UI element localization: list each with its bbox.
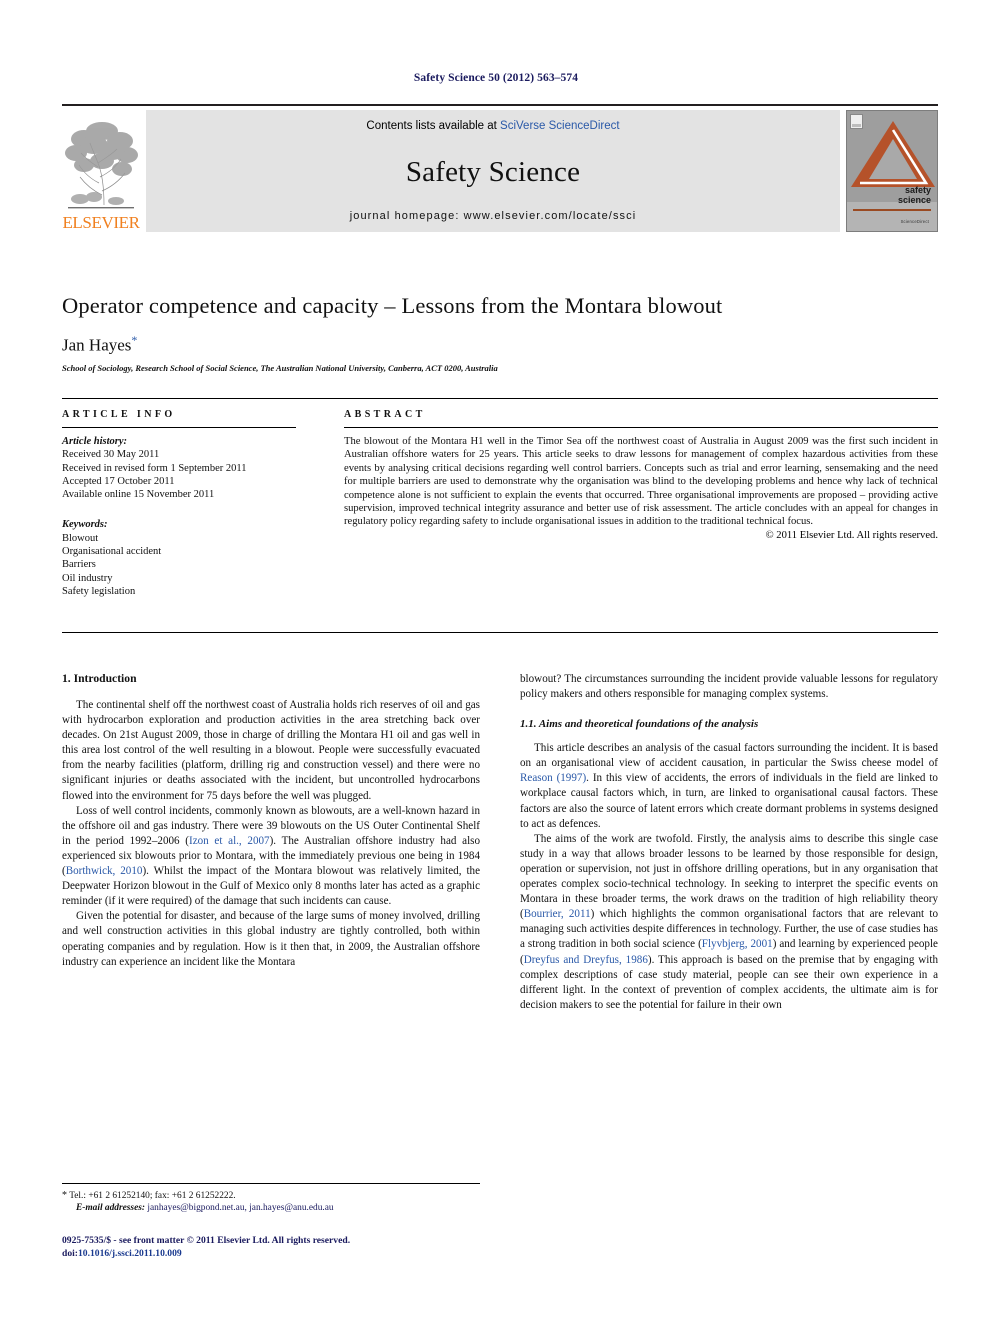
journal-banner: ELSEVIER Contents lists available at Sci… [62, 104, 938, 232]
cover-elsevier-mark-icon [850, 114, 863, 129]
doi-line: doi:10.1016/j.ssci.2011.10.009 [62, 1248, 492, 1261]
history-item: Received 30 May 2011 [62, 449, 160, 461]
paragraph: blowout? The circumstances surrounding t… [520, 673, 938, 701]
article-info-heading: ARTICLE INFO [62, 409, 176, 420]
elsevier-wordmark: ELSEVIER [62, 213, 140, 232]
author-affiliation: School of Sociology, Research School of … [62, 363, 498, 373]
keywords-block: Keywords: Blowout Organisational acciden… [62, 518, 296, 598]
article-info-column: ARTICLE INFO Article history: Received 3… [62, 409, 314, 632]
paragraph: The continental shelf off the northwest … [62, 699, 480, 802]
journal-homepage-link[interactable]: journal homepage: www.elsevier.com/locat… [350, 210, 637, 222]
front-matter-block: 0925-7535/$ - see front matter © 2011 El… [62, 1235, 492, 1260]
issn-copyright-line: 0925-7535/$ - see front matter © 2011 El… [62, 1235, 351, 1246]
body-left-column: 1. Introduction The continental shelf of… [62, 672, 480, 1013]
article-info-rule [62, 427, 296, 428]
article-history-block: Article history: Received 30 May 2011 Re… [62, 435, 296, 501]
paragraph: Given the potential for disaster, and be… [62, 910, 480, 968]
journal-title: Safety Science [405, 155, 581, 188]
contents-prefix: Contents lists available at [366, 120, 501, 132]
keyword-item: Blowout [62, 532, 99, 544]
keyword-item: Barriers [62, 559, 96, 571]
body-gutter [480, 672, 520, 1013]
keyword-item: Organisational accident [62, 546, 162, 558]
keyword-item: Oil industry [62, 572, 113, 584]
citation-link[interactable]: Bourrier, 2011 [524, 908, 591, 920]
cover-journal-label: safety science [847, 185, 931, 205]
doi-label: doi: [62, 1247, 78, 1259]
paper-page: Safety Science 50 (2012) 563–574 ELSEVIE… [0, 0, 992, 1323]
journal-cover-thumbnail[interactable]: safety science ScienceDirect [846, 110, 938, 232]
info-abstract-panel: ARTICLE INFO Article history: Received 3… [62, 398, 938, 633]
corresponding-author-marker: * [131, 333, 138, 347]
section-heading-aims: 1.1. Aims and theoretical foundations of… [520, 718, 759, 731]
abstract-rule [344, 427, 938, 428]
running-head: Safety Science 50 (2012) 563–574 [413, 72, 579, 84]
paragraph-text: This article describes an analysis of th… [520, 742, 938, 770]
email-addresses-value[interactable]: janhayes@bigpond.net.au, jan.hayes@anu.e… [147, 1203, 333, 1213]
citation-link[interactable]: Reason (1997) [520, 772, 586, 784]
article-history-label: Article history: [62, 436, 128, 447]
keyword-item: Safety legislation [62, 585, 136, 597]
doi-link[interactable]: 10.1016/j.ssci.2011.10.009 [78, 1248, 182, 1259]
footnote-marker: * [62, 1190, 67, 1201]
footnote-email-line: E-mail addresses: janhayes@bigpond.net.a… [62, 1202, 480, 1214]
keywords-label: Keywords: [62, 519, 108, 531]
citation-link[interactable]: Dreyfus and Dreyfus, 1986 [524, 954, 648, 966]
abstract-copyright: © 2011 Elsevier Ltd. All rights reserved… [765, 529, 938, 541]
abstract-heading: ABSTRACT [344, 409, 426, 420]
cover-footer-text: ScienceDirect [900, 219, 929, 224]
history-item: Available online 15 November 2011 [62, 489, 215, 501]
body-columns: 1. Introduction The continental shelf of… [62, 672, 938, 1013]
paragraph: This article describes an analysis of th… [520, 741, 938, 832]
contents-line: Contents lists available at SciVerse Sci… [366, 120, 619, 132]
cover-title-line2: science [897, 194, 931, 205]
section-heading-introduction: 1. Introduction [62, 672, 137, 685]
cover-bottom-panel [847, 202, 937, 231]
history-item: Accepted 17 October 2011 [62, 475, 175, 487]
citation-link[interactable]: Borthwick, 2010 [66, 865, 143, 877]
author-list: Jan Hayes* [62, 333, 137, 356]
history-item: Received in revised form 1 September 201… [62, 462, 247, 474]
sciencedirect-link[interactable]: SciVerse ScienceDirect [500, 120, 620, 132]
journal-banner-center: Contents lists available at SciVerse Sci… [146, 110, 840, 232]
footnote-tel-fax: Tel.: +61 2 61252140; fax: +61 2 6125222… [69, 1191, 236, 1201]
elsevier-tree-icon [65, 122, 138, 209]
paragraph: The aims of the work are twofold. Firstl… [520, 832, 938, 1013]
footnote-contact-line: * Tel.: +61 2 61252140; fax: +61 2 61252… [62, 1190, 480, 1202]
page-title: Operator competence and capacity – Lesso… [62, 293, 723, 318]
abstract-column: ABSTRACT The blowout of the Montara H1 w… [344, 409, 938, 632]
cover-divider [853, 209, 931, 211]
citation-link[interactable]: Flyvbjerg, 2001 [702, 938, 773, 950]
elsevier-logo: ELSEVIER [62, 110, 140, 232]
email-addresses-label: E-mail addresses: [76, 1203, 146, 1214]
citation-link[interactable]: Izon et al., 2007 [189, 835, 270, 847]
panel-gutter [314, 409, 344, 632]
author-name: Jan Hayes [62, 335, 132, 355]
paragraph: Loss of well control incidents, commonly… [62, 804, 480, 910]
body-right-column: blowout? The circumstances surrounding t… [520, 672, 938, 1013]
footnote-block: * Tel.: +61 2 61252140; fax: +61 2 61252… [62, 1183, 480, 1215]
abstract-text: The blowout of the Montara H1 well in th… [344, 436, 938, 528]
